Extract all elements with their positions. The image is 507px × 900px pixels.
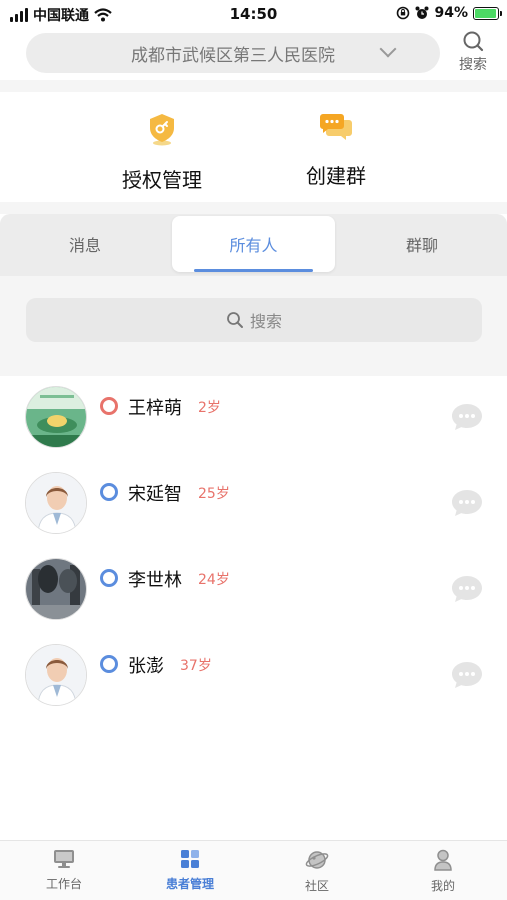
patient-name: 李世林 <box>128 570 182 591</box>
list-item[interactable]: 张澎 37岁 <box>0 634 507 720</box>
list-item[interactable]: 宋延智 25岁 <box>0 462 507 548</box>
patient-list: 王梓萌 2岁 宋延智 25岁 李世林 24岁 张澎 37岁 <box>0 376 507 720</box>
nav-patient-management[interactable]: 患者管理 <box>150 849 230 892</box>
divider <box>0 80 507 92</box>
battery-icon <box>473 6 502 20</box>
patient-age: 25岁 <box>198 486 230 502</box>
avatar <box>25 386 87 448</box>
avatar <box>25 472 87 534</box>
authorization-button[interactable]: 授权管理 <box>92 112 232 193</box>
nav-label: 工作台 <box>45 877 82 891</box>
create-group-button[interactable]: 创建群 <box>266 112 406 189</box>
nav-workbench[interactable]: 工作台 <box>24 849 104 892</box>
chat-icon[interactable] <box>451 402 483 432</box>
nav-label: 我的 <box>430 879 455 893</box>
nav-mine[interactable]: 我的 <box>403 849 483 894</box>
patient-age: 37岁 <box>180 658 212 674</box>
hospital-name: 成都市武候区第三人民医院 <box>131 45 335 66</box>
chat-icon[interactable] <box>451 488 483 518</box>
search-icon <box>227 312 243 328</box>
nav-label: 社区 <box>304 879 329 893</box>
gender-male-icon <box>100 483 118 501</box>
planet-icon <box>305 851 329 869</box>
monitor-icon <box>54 850 74 868</box>
gender-male-icon <box>100 569 118 587</box>
gender-female-icon <box>100 397 118 415</box>
chat-bubbles-icon <box>320 114 352 140</box>
gender-male-icon <box>100 655 118 673</box>
nav-label: 患者管理 <box>165 877 214 891</box>
status-right: 94% <box>396 5 502 21</box>
search-icon <box>463 31 484 52</box>
create-group-label: 创建群 <box>306 164 366 188</box>
search-area: 搜索 <box>0 276 507 376</box>
header-search-label: 搜索 <box>459 57 487 73</box>
patient-name: 王梓萌 <box>128 398 182 419</box>
chevron-down-icon <box>379 40 397 58</box>
tab-group-chat[interactable]: 群聊 <box>337 214 507 274</box>
tab-messages[interactable]: 消息 <box>0 214 170 274</box>
nav-community[interactable]: 社区 <box>277 849 357 894</box>
segment-tabs: 消息 所有人 群聊 <box>0 214 507 276</box>
tab-label: 消息 <box>68 236 101 255</box>
patient-name: 宋延智 <box>128 484 182 505</box>
header-search-button[interactable]: 搜索 <box>453 30 493 76</box>
bottom-nav: 工作台 患者管理 社区 我的 <box>0 840 507 900</box>
list-item[interactable]: 李世林 24岁 <box>0 548 507 634</box>
chat-icon[interactable] <box>451 660 483 690</box>
person-icon <box>434 849 452 871</box>
grid-icon <box>181 850 199 868</box>
status-bar: 中国联通 14:50 94% <box>0 0 507 28</box>
patient-age: 2岁 <box>198 400 221 416</box>
alarm-icon <box>415 6 429 19</box>
chat-icon[interactable] <box>451 574 483 604</box>
search-placeholder: 搜索 <box>249 312 282 331</box>
tab-label: 所有人 <box>229 236 278 255</box>
divider <box>0 202 507 214</box>
list-item[interactable]: 王梓萌 2岁 <box>0 376 507 462</box>
lock-rotation-icon <box>397 6 410 20</box>
avatar <box>25 644 87 706</box>
battery-percent: 94% <box>434 5 468 21</box>
shield-key-icon <box>150 114 174 146</box>
header: 成都市武候区第三人民医院 搜索 <box>0 30 507 80</box>
patient-age: 24岁 <box>198 572 230 588</box>
search-input[interactable]: 搜索 <box>26 298 482 342</box>
authorization-label: 授权管理 <box>122 168 202 192</box>
tab-label: 群聊 <box>405 236 438 255</box>
patient-name: 张澎 <box>128 656 164 677</box>
quick-actions: 授权管理 创建群 <box>0 92 507 202</box>
avatar <box>25 558 87 620</box>
hospital-selector[interactable]: 成都市武候区第三人民医院 <box>26 33 440 73</box>
tab-all-people[interactable]: 所有人 <box>172 216 335 272</box>
